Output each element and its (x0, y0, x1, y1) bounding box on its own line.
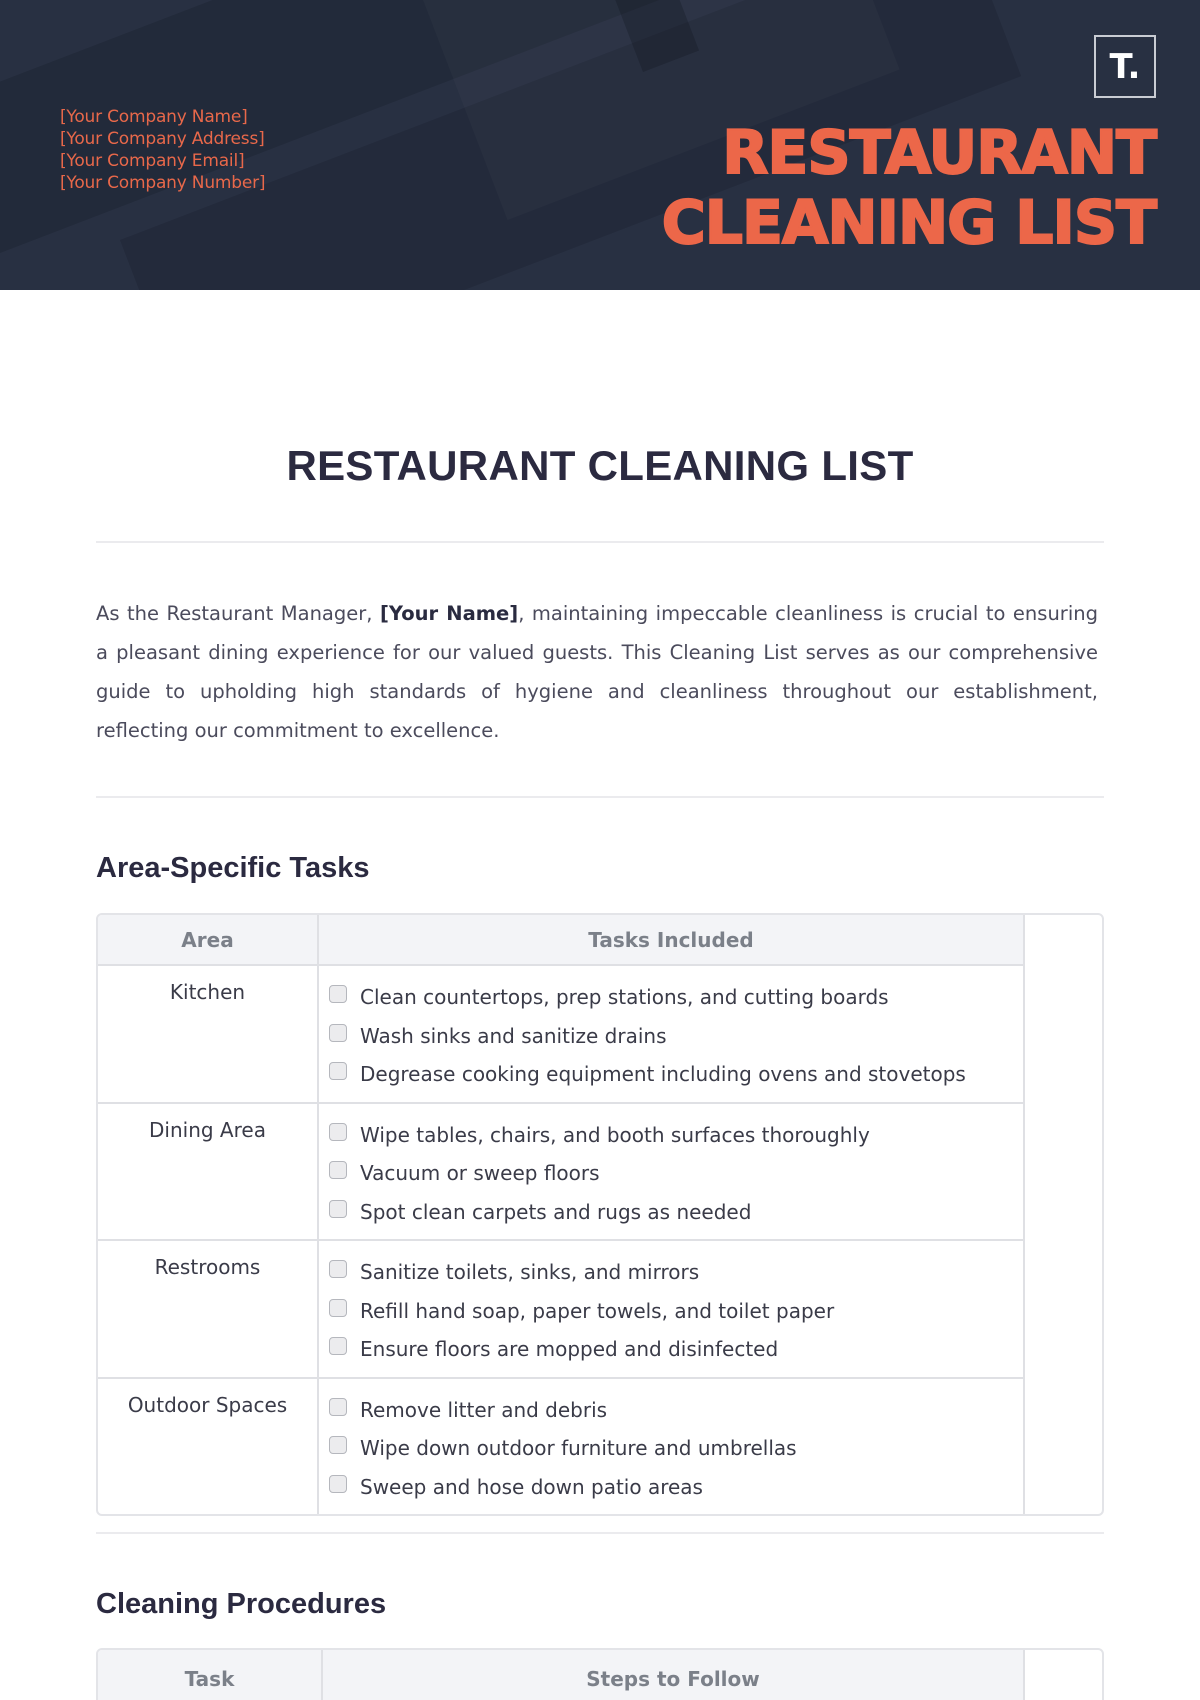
task-item[interactable]: Wipe tables, chairs, and booth surfaces … (329, 1116, 1023, 1155)
task-checkbox[interactable] (329, 1199, 347, 1218)
task-label: Sanitize toilets, sinks, and mirrors (360, 1260, 700, 1285)
company-number: [Your Company Number] (60, 173, 266, 193)
column-header-task: Task (98, 1650, 323, 1700)
column-header-area: Area (98, 915, 319, 966)
task-label: Refill hand soap, paper towels, and toil… (360, 1298, 835, 1323)
brand-logo-icon: T. (1094, 35, 1156, 98)
task-checkbox[interactable] (329, 985, 347, 1004)
document-title: RESTAURANT CLEANING LIST (286, 442, 914, 489)
intro-text-start: As the Restaurant Manager, (96, 602, 380, 625)
task-label: Wash sinks and sanitize drains (360, 1023, 667, 1048)
intro-paragraph: As the Restaurant Manager, [Your Name], … (96, 594, 1098, 750)
tasks-cell: Clean countertops, prep stations, and cu… (318, 965, 1025, 1104)
divider (96, 796, 1104, 798)
task-label: Ensure floors are mopped and disinfected (360, 1337, 779, 1362)
area-cell: Restrooms (98, 1240, 319, 1379)
section-heading-area-tasks: Area-Specific Tasks (96, 852, 370, 884)
area-cell: Dining Area (98, 1102, 319, 1241)
task-checkbox[interactable] (329, 1436, 347, 1455)
task-item[interactable]: Degrease cooking equipment including ove… (329, 1055, 1023, 1094)
task-label: Wipe down outdoor furniture and umbrella… (360, 1436, 797, 1461)
task-item[interactable]: Ensure floors are mopped and disinfected (329, 1330, 1023, 1369)
task-label: Wipe tables, chairs, and booth surfaces … (360, 1122, 870, 1147)
table-row: Kitchen Clean countertops, prep stations,… (98, 965, 1025, 1104)
header-banner: [Your Company Name] [Your Company Addres… (0, 0, 1200, 290)
banner-title-line-2: CLEANING LIST (661, 187, 1158, 259)
section-heading-procedures: Cleaning Procedures (96, 1588, 387, 1620)
area-cell: Kitchen (98, 965, 319, 1104)
area-tasks-table: Area Tasks Included Kitchen Clean counter… (96, 913, 1104, 1516)
task-item[interactable]: Vacuum or sweep floors (329, 1154, 1023, 1193)
task-checkbox[interactable] (329, 1062, 347, 1081)
logo-text: T. (1109, 46, 1141, 87)
task-checkbox[interactable] (329, 1260, 347, 1279)
divider (96, 541, 1104, 543)
table-row: Restrooms Sanitize toilets, sinks, and mi… (98, 1240, 1025, 1379)
divider (96, 1532, 1104, 1534)
company-address: [Your Company Address] (60, 129, 265, 149)
tasks-cell: Remove litter and debris Wipe down outdoo… (318, 1377, 1025, 1514)
table-header-row: Area Tasks Included (98, 915, 1025, 966)
task-label: Remove litter and debris (360, 1397, 608, 1422)
task-checkbox[interactable] (329, 1397, 347, 1416)
task-label: Sweep and hose down patio areas (360, 1474, 703, 1499)
banner-title-line-1: RESTAURANT (721, 117, 1158, 189)
task-item[interactable]: Remove litter and debris (329, 1391, 1023, 1430)
banner-title: RESTAURANT CLEANING LIST (661, 117, 1158, 259)
task-item[interactable]: Sanitize toilets, sinks, and mirrors (329, 1253, 1023, 1292)
column-header-tasks: Tasks Included (318, 915, 1025, 966)
task-item[interactable]: Sweep and hose down patio areas (329, 1468, 1023, 1507)
task-item[interactable]: Wash sinks and sanitize drains (329, 1017, 1023, 1056)
task-checkbox[interactable] (329, 1337, 347, 1356)
task-item[interactable]: Refill hand soap, paper towels, and toil… (329, 1292, 1023, 1331)
task-checkbox[interactable] (329, 1122, 347, 1141)
table-row: Dining Area Wipe tables, chairs, and boot… (98, 1102, 1025, 1241)
column-header-steps: Steps to Follow (322, 1650, 1025, 1700)
task-checkbox[interactable] (329, 1161, 347, 1180)
table-row: Outdoor Spaces Remove litter and debris Wi… (98, 1377, 1025, 1514)
company-email: [Your Company Email] (60, 151, 245, 171)
procedures-table: Task Steps to Follow (96, 1648, 1104, 1700)
task-item[interactable]: Wipe down outdoor furniture and umbrella… (329, 1429, 1023, 1468)
task-item[interactable]: Spot clean carpets and rugs as needed (329, 1193, 1023, 1232)
company-info: [Your Company Name] [Your Company Addres… (60, 106, 266, 194)
task-label: Spot clean carpets and rugs as needed (360, 1199, 752, 1224)
area-cell: Outdoor Spaces (98, 1377, 319, 1514)
manager-name-placeholder: [Your Name] (380, 602, 519, 625)
task-checkbox[interactable] (329, 1023, 347, 1042)
task-label: Degrease cooking equipment including ove… (360, 1062, 966, 1087)
company-name: [Your Company Name] (60, 107, 248, 127)
task-label: Vacuum or sweep floors (360, 1161, 600, 1186)
task-checkbox[interactable] (329, 1298, 347, 1317)
task-item[interactable]: Clean countertops, prep stations, and cu… (329, 978, 1023, 1017)
tasks-cell: Sanitize toilets, sinks, and mirrors Refi… (318, 1240, 1025, 1379)
task-checkbox[interactable] (329, 1474, 347, 1493)
task-label: Clean countertops, prep stations, and cu… (360, 985, 889, 1010)
tasks-cell: Wipe tables, chairs, and booth surfaces … (318, 1102, 1025, 1241)
table-header-row: Task Steps to Follow (98, 1650, 1025, 1700)
